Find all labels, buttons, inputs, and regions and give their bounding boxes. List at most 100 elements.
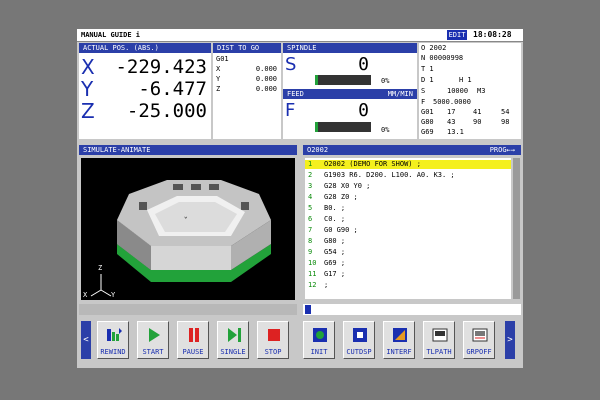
start-label: START — [142, 348, 164, 356]
spindle-value: 0 — [358, 54, 369, 75]
program-line[interactable]: 1 O2002 (DEMO FOR SHOW) ; — [305, 160, 511, 169]
line-text: G80 ; — [324, 237, 346, 245]
feed-percent: 0% — [381, 126, 390, 134]
cutdsp-button[interactable]: CUTDSP — [343, 321, 375, 359]
program-line[interactable]: 8 G80 ; — [305, 237, 511, 246]
modal-g-cell: 17 — [447, 108, 456, 116]
line-number: 6 — [308, 215, 313, 223]
line-text: B0. ; — [324, 204, 346, 212]
modal-m-value: M3 — [477, 87, 486, 95]
stop-icon — [265, 326, 283, 344]
simulation-view[interactable]: ˇ Z X Y — [81, 158, 295, 300]
pause-label: PAUSE — [182, 348, 204, 356]
line-text: G17 ; — [324, 270, 346, 278]
line-text: C0. ; — [324, 215, 346, 223]
program-listing[interactable]: 1 O2002 (DEMO FOR SHOW) ; 2 G1903 R6. D200.… — [305, 158, 511, 299]
actual-pos-header: ACTUAL POS. (ABS.) — [79, 43, 211, 53]
single-label: SINGLE — [220, 348, 246, 356]
line-number: 8 — [308, 237, 313, 245]
pause-button[interactable]: PAUSE — [177, 321, 209, 359]
line-text: ; — [324, 281, 329, 289]
program-line[interactable]: 11 G17 ; — [305, 270, 511, 279]
program-line[interactable]: 3 G28 X0 Y0 ; — [305, 182, 511, 191]
title-bar: MANUAL GUIDE i EDIT 18:08:28 — [77, 29, 523, 42]
modal-g-cell: 90 — [473, 118, 482, 126]
program-line[interactable]: 5 B0. ; — [305, 204, 511, 213]
actual-pos-panel: ACTUAL POS. (ABS.) X -229.423 Y -6.477 Z… — [79, 43, 211, 139]
feed-unit: MM/MIN — [387, 90, 413, 98]
feed-load-bar — [315, 122, 371, 132]
init-button[interactable]: INIT — [303, 321, 335, 359]
rewind-button[interactable]: REWIND — [97, 321, 129, 359]
axis-y-label: Y — [81, 77, 94, 101]
interf-button[interactable]: INTERF — [383, 321, 415, 359]
line-number: 5 — [308, 204, 313, 212]
program-line[interactable]: 6 C0. ; — [305, 215, 511, 224]
program-scrollbar[interactable] — [513, 158, 520, 299]
softkeys-left-group: REWIND START PAUSE SINGLE STOP — [97, 321, 297, 359]
input-line[interactable] — [303, 304, 521, 315]
program-line[interactable]: 9 G54 ; — [305, 248, 511, 257]
line-number: 4 — [308, 193, 313, 201]
softkey-prev-button[interactable]: < — [81, 321, 91, 359]
grpoff-label: GRPOFF — [466, 348, 492, 356]
axis-triad-x: X — [83, 291, 88, 299]
line-text: G69 ; — [324, 259, 346, 267]
dist-code: G01 — [216, 55, 229, 63]
grpoff-button[interactable]: GRPOFF — [463, 321, 495, 359]
modal-g-cell: 41 — [473, 108, 482, 116]
program-line[interactable]: 7 G0 G90 ; — [305, 226, 511, 235]
left-status-bar — [79, 304, 297, 315]
stop-button[interactable]: STOP — [257, 321, 289, 359]
modal-f-value: 5000.0000 — [433, 98, 471, 106]
softkey-bar: < REWIND START PAUSE SINGLE STOP INIT CUTDSP I… — [77, 321, 523, 361]
modal-d: D 1 — [421, 76, 434, 84]
axis-triad-z: Z — [98, 264, 103, 272]
line-text: G0 G90 ; — [324, 226, 358, 234]
dist-z-value: 0.000 — [255, 85, 277, 93]
axis-x-value: -229.423 — [115, 56, 207, 78]
program-line[interactable]: 4 G28 Z0 ; — [305, 193, 511, 202]
program-line[interactable]: 10 G69 ; — [305, 259, 511, 268]
grpoff-icon — [471, 326, 489, 344]
program-line[interactable]: 2 G1903 R6. D200. L100. A0. K3. ; — [305, 171, 511, 180]
modal-t: T 1 — [421, 65, 434, 73]
cnc-screen: MANUAL GUIDE i EDIT 18:08:28 ACTUAL POS.… — [77, 29, 523, 368]
feed-header: FEED MM/MIN — [283, 89, 417, 99]
line-number: 2 — [308, 171, 313, 179]
program-header: O2002 PROG←→ — [303, 145, 521, 155]
softkey-next-button[interactable]: > — [505, 321, 515, 359]
program-panel: O2002 PROG←→ 1 O2002 (DEMO FOR SHOW) ; 2 G1… — [303, 145, 521, 301]
dist-z-label: Z — [216, 85, 221, 93]
rewind-icon — [105, 326, 123, 344]
program-line[interactable]: 12; — [305, 281, 511, 290]
interf-label: INTERF — [386, 348, 412, 356]
line-number: 9 — [308, 248, 313, 256]
spindle-header: SPINDLE — [283, 43, 417, 53]
prog-toggle[interactable]: PROG←→ — [490, 145, 515, 155]
line-number: 7 — [308, 226, 313, 234]
program-number: O2002 — [307, 146, 329, 154]
line-text: O2002 (DEMO FOR SHOW) ; — [324, 160, 421, 168]
dist-y-label: Y — [216, 75, 221, 83]
init-icon — [311, 326, 329, 344]
start-icon — [145, 326, 163, 344]
cutdsp-icon — [351, 326, 369, 344]
line-number: 10 — [308, 259, 317, 267]
spindle-load-bar — [315, 75, 371, 85]
spindle-feed-panel: SPINDLE S 0 0% FEED MM/MIN F 0 0% — [283, 43, 417, 139]
tlpath-button[interactable]: TLPATH — [423, 321, 455, 359]
single-button[interactable]: SINGLE — [217, 321, 249, 359]
axis-z-value: -25.000 — [126, 100, 207, 122]
init-label: INIT — [310, 348, 328, 356]
spindle-percent: 0% — [381, 77, 390, 85]
cutdsp-label: CUTDSP — [346, 348, 372, 356]
dist-y-value: 0.000 — [255, 75, 277, 83]
modal-g-cell: 13.1 — [447, 128, 464, 136]
modal-f-label: F — [421, 98, 426, 106]
feed-letter: F — [285, 100, 296, 121]
dist-to-go-header: DIST TO GO — [213, 43, 281, 53]
modal-h: H 1 — [459, 76, 472, 84]
modal-g-cell: G01 — [421, 108, 434, 116]
start-button[interactable]: START — [137, 321, 169, 359]
